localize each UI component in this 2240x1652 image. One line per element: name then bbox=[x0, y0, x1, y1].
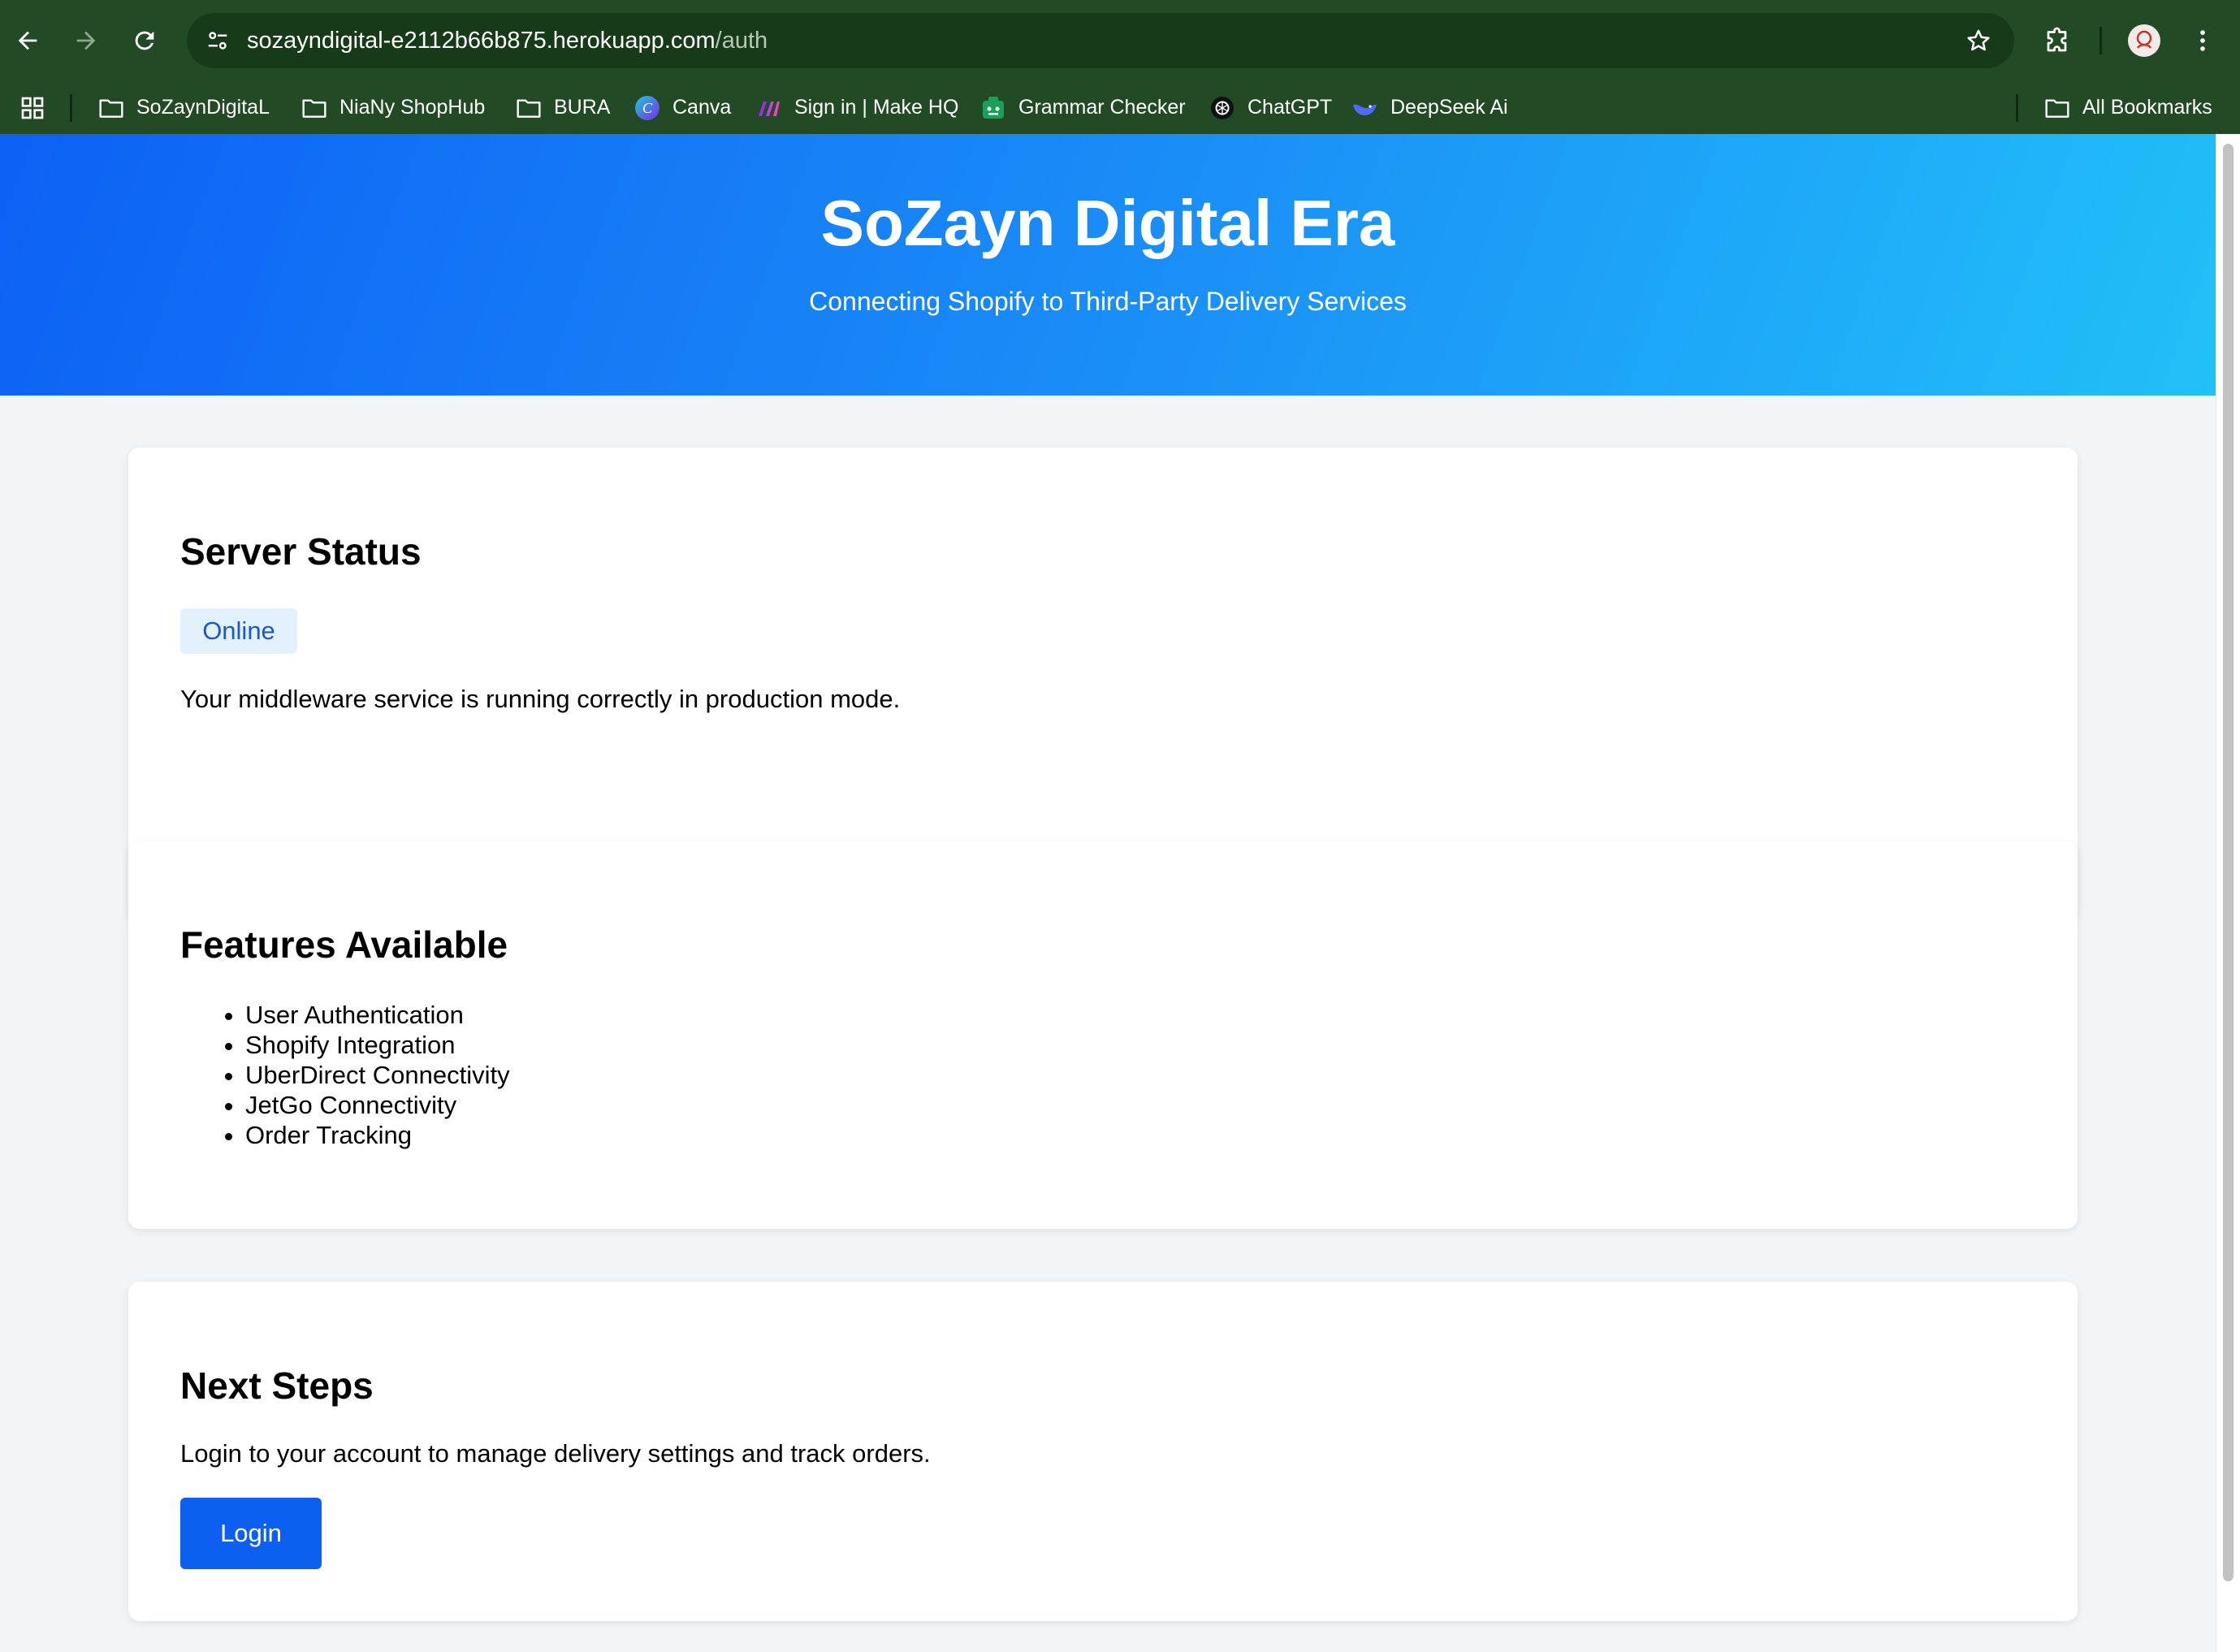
chatgpt-icon bbox=[1209, 94, 1236, 122]
list-item: JetGo Connectivity bbox=[245, 1090, 510, 1120]
site-info-icon[interactable] bbox=[200, 23, 236, 58]
url-host: sozayndigital-e2112b66b875.herokuapp.com bbox=[247, 28, 716, 54]
svg-text:C: C bbox=[642, 100, 653, 116]
hero-header: SoZayn Digital Era Connecting Shopify to… bbox=[0, 134, 2216, 396]
features-list: User Authentication Shopify Integration … bbox=[180, 1000, 510, 1150]
grammar-icon bbox=[979, 94, 1007, 122]
all-bookmarks-button[interactable]: All Bookmarks bbox=[2043, 81, 2212, 134]
apps-button[interactable] bbox=[19, 81, 45, 134]
page-content: SoZayn Digital Era Connecting Shopify to… bbox=[0, 134, 2216, 1652]
address-bar[interactable]: sozayndigital-e2112b66b875.herokuapp.com… bbox=[187, 13, 2014, 68]
back-button[interactable] bbox=[2, 15, 54, 67]
bookmark-label: DeepSeek Ai bbox=[1390, 96, 1508, 119]
bookmarks-divider bbox=[70, 94, 72, 122]
url-text: sozayndigital-e2112b66b875.herokuapp.com… bbox=[247, 13, 768, 68]
puzzle-icon bbox=[2047, 27, 2067, 52]
folder-icon bbox=[301, 94, 328, 122]
bookmark-label: Canva bbox=[672, 96, 732, 119]
bookmarks-divider bbox=[2016, 94, 2018, 122]
browser-menu-button[interactable] bbox=[2177, 15, 2229, 67]
next-steps-card: Next Steps Login to your account to mana… bbox=[128, 1282, 2078, 1621]
bookmark-label: ChatGPT bbox=[1248, 96, 1333, 119]
back-arrow-icon bbox=[18, 31, 37, 50]
avatar bbox=[2128, 24, 2160, 57]
list-item: Shopify Integration bbox=[245, 1030, 510, 1060]
bookmark-label: SoZaynDigitaL bbox=[136, 96, 270, 119]
page-title: SoZayn Digital Era bbox=[820, 187, 1395, 259]
bookmark-chatgpt[interactable]: ChatGPT bbox=[1209, 81, 1332, 134]
status-badge: Online bbox=[180, 608, 297, 654]
reload-button[interactable] bbox=[119, 15, 171, 67]
status-message: Your middleware service is running corre… bbox=[180, 685, 901, 713]
forward-arrow-icon bbox=[76, 31, 96, 50]
folder-icon bbox=[2043, 94, 2071, 122]
browser-chrome: sozayndigital-e2112b66b875.herokuapp.com… bbox=[0, 0, 2240, 134]
browser-toolbar: sozayndigital-e2112b66b875.herokuapp.com… bbox=[0, 0, 2240, 81]
login-button[interactable]: Login bbox=[180, 1498, 322, 1569]
url-path: /auth bbox=[715, 28, 768, 54]
next-steps-heading: Next Steps bbox=[180, 1364, 374, 1407]
bookmark-label: Sign in | Make HQ bbox=[794, 96, 959, 119]
bookmark-label: BURA bbox=[554, 96, 611, 119]
all-bookmarks-label: All Bookmarks bbox=[2082, 96, 2212, 119]
folder-icon bbox=[515, 94, 543, 122]
bookmark-deepseek[interactable]: DeepSeek Ai bbox=[1351, 81, 1508, 134]
toolbar-divider bbox=[2099, 27, 2102, 54]
list-item: UberDirect Connectivity bbox=[245, 1060, 510, 1090]
bookmark-label: Grammar Checker bbox=[1018, 96, 1186, 119]
scrollbar-thumb[interactable] bbox=[2223, 144, 2234, 1581]
kebab-menu-icon bbox=[2200, 30, 2205, 51]
features-heading: Features Available bbox=[180, 923, 508, 966]
bookmark-bura[interactable]: BURA bbox=[515, 81, 610, 134]
bookmark-label: NiaNy ShopHub bbox=[339, 96, 486, 119]
bookmark-sozayndigital[interactable]: SoZaynDigitaL bbox=[97, 81, 270, 134]
server-status-heading: Server Status bbox=[180, 530, 422, 573]
forward-button[interactable] bbox=[60, 15, 112, 67]
page-scrollbar[interactable] bbox=[2216, 134, 2240, 1652]
bookmark-make-hq[interactable]: Sign in | Make HQ bbox=[755, 81, 958, 134]
profile-button[interactable] bbox=[2118, 15, 2170, 67]
canva-icon: C bbox=[634, 94, 661, 122]
bookmark-canva[interactable]: C Canva bbox=[634, 81, 731, 134]
extensions-button[interactable] bbox=[2032, 15, 2084, 67]
deepseek-icon bbox=[1351, 94, 1379, 122]
bookmark-nianyshophub[interactable]: NiaNy ShopHub bbox=[301, 81, 485, 134]
list-item: Order Tracking bbox=[245, 1120, 510, 1150]
bookmarks-bar: SoZaynDigitaL NiaNy ShopHub BURA C Canva… bbox=[0, 81, 2240, 134]
bookmark-grammar-checker[interactable]: Grammar Checker bbox=[979, 81, 1186, 134]
page-subtitle: Connecting Shopify to Third-Party Delive… bbox=[809, 287, 1407, 316]
reload-icon bbox=[135, 31, 154, 50]
bookmark-star-icon[interactable] bbox=[1959, 21, 1998, 60]
folder-icon bbox=[97, 94, 125, 122]
features-card: Features Available User Authentication S… bbox=[128, 841, 2078, 1229]
make-icon bbox=[755, 94, 783, 122]
next-steps-message: Login to your account to manage delivery… bbox=[180, 1439, 931, 1468]
list-item: User Authentication bbox=[245, 1000, 510, 1030]
apps-grid-icon bbox=[21, 97, 44, 119]
